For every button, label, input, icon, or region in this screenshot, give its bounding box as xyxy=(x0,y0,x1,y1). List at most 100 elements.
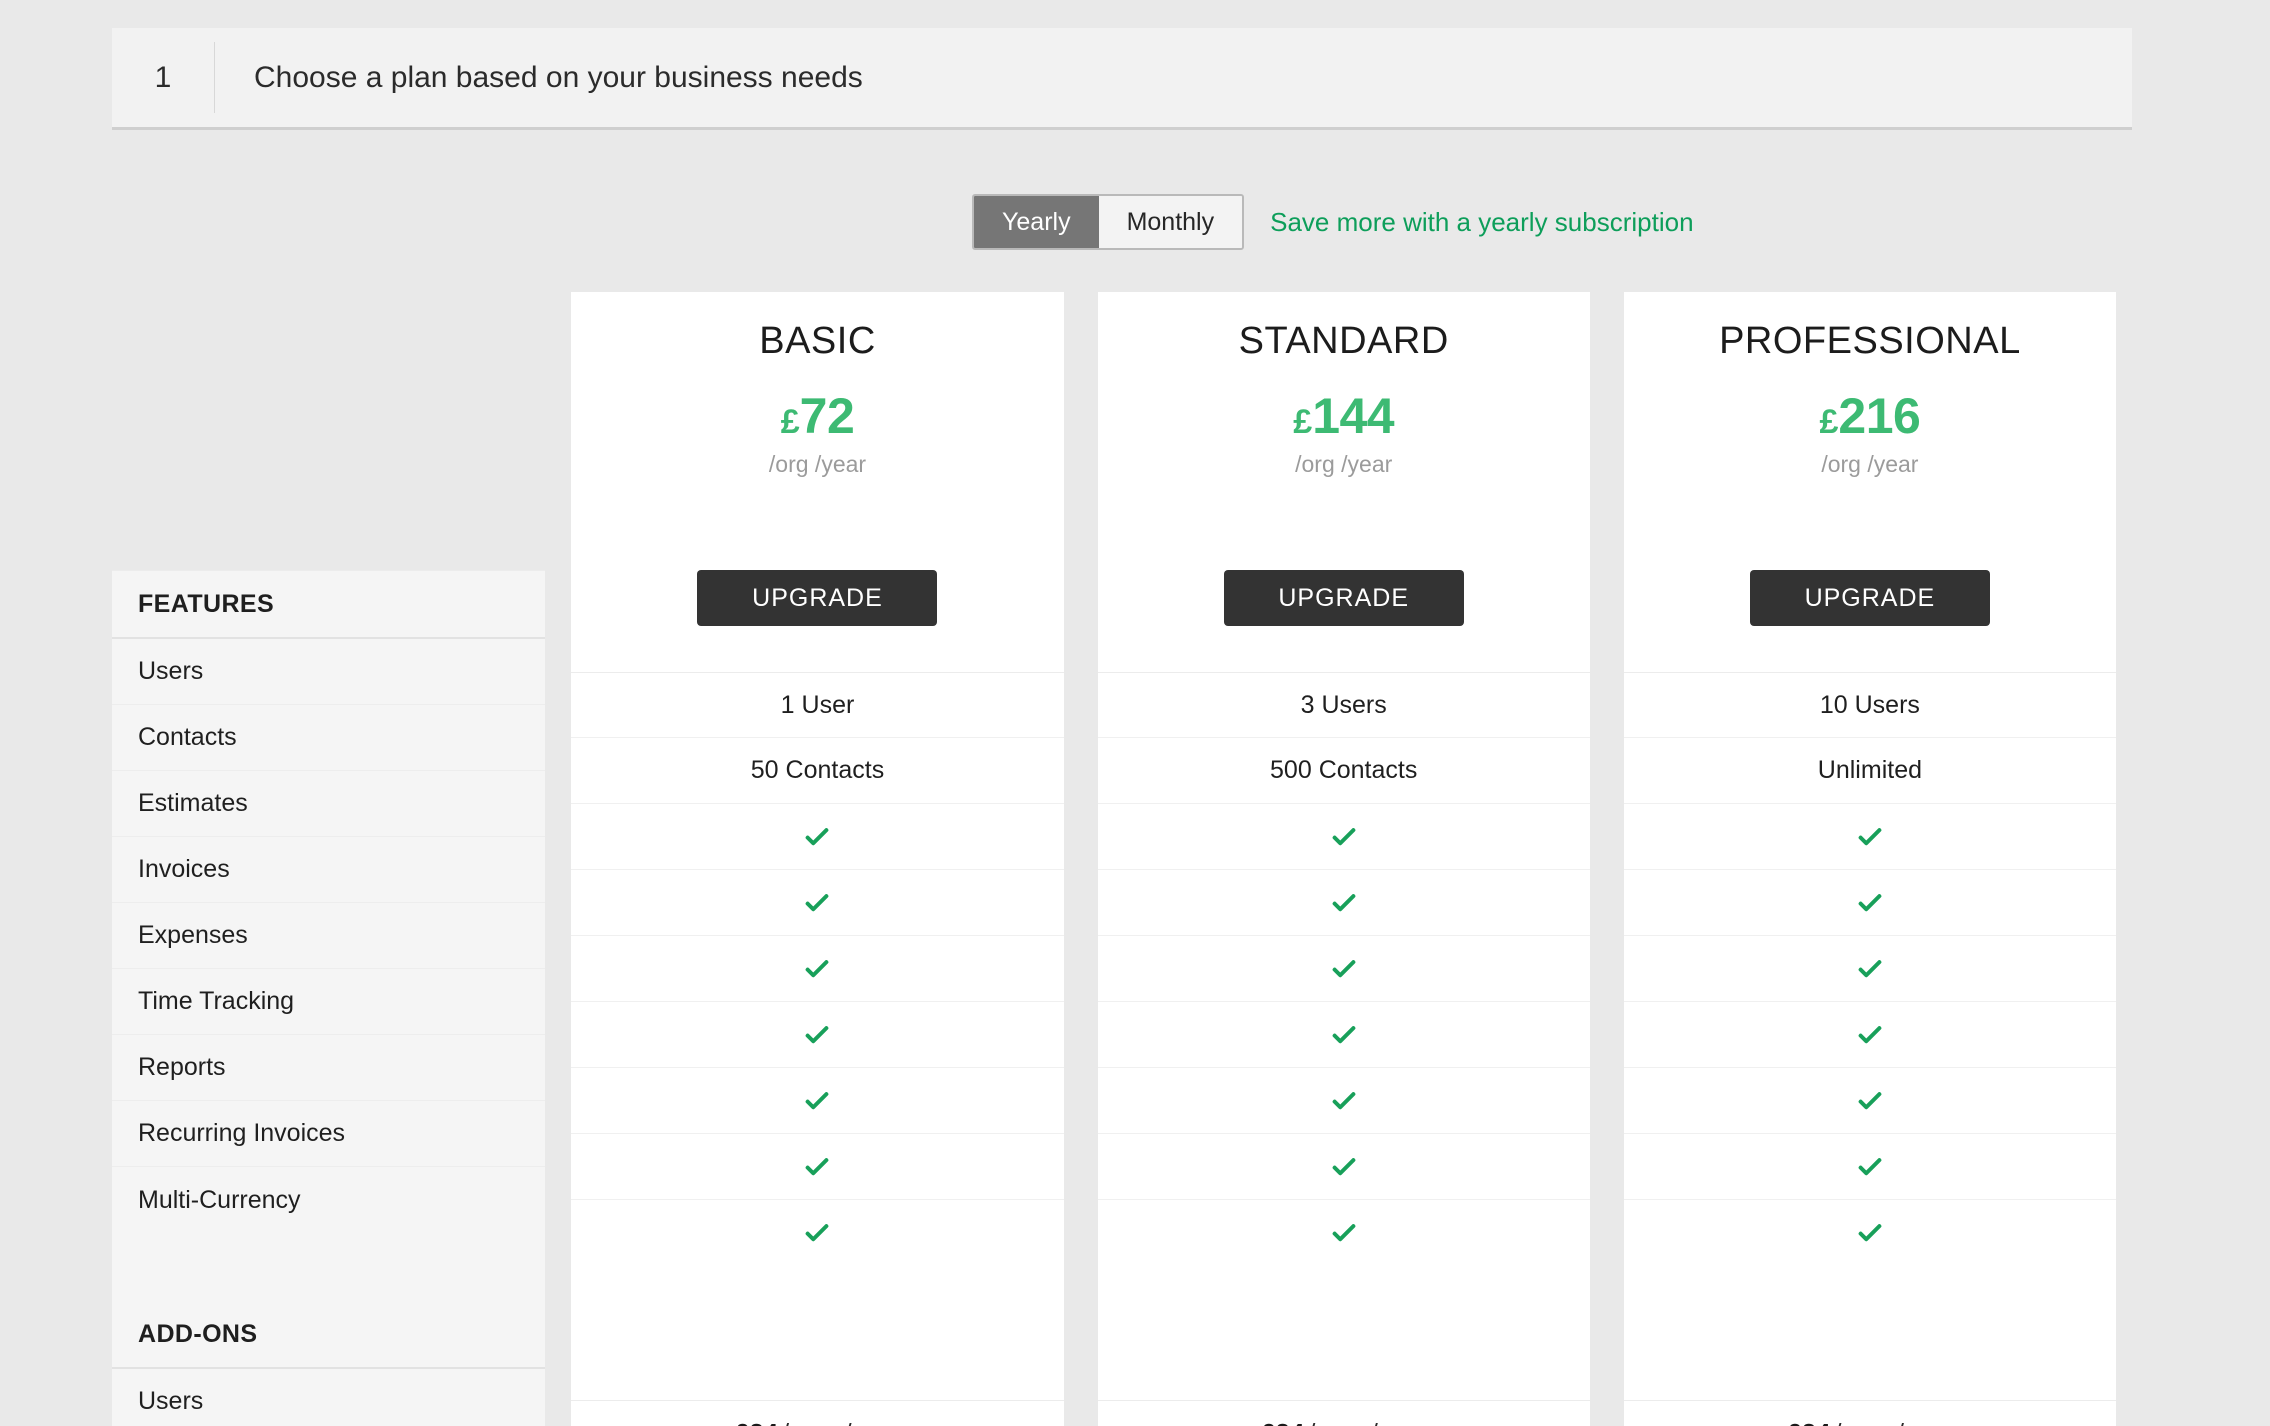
addon-price-amount: £24 xyxy=(1261,1418,1304,1426)
features-panel: FEATURES Users Contacts Estimates Invoic… xyxy=(112,570,545,1426)
addon-price-unit: /user /year xyxy=(1308,1419,1426,1426)
cell-addons-head-standard xyxy=(1098,1334,1590,1400)
plan-card-basic: BASIC £ 72 /org /year UPGRADE 1 User 50 … xyxy=(571,292,1063,1426)
upgrade-wrap-basic: UPGRADE xyxy=(571,570,1063,626)
addon-price-amount: £24 xyxy=(735,1418,778,1426)
cell-recurring-invoices-standard xyxy=(1098,1134,1590,1200)
feature-label-reports: Reports xyxy=(112,1035,545,1101)
check-icon xyxy=(802,1218,832,1248)
cell-contacts-standard: 500 Contacts xyxy=(1098,738,1590,804)
upgrade-button-professional[interactable]: UPGRADE xyxy=(1750,570,1990,626)
features-column: FEATURES Users Contacts Estimates Invoic… xyxy=(112,292,537,1426)
addon-price-unit: /user /year xyxy=(782,1419,900,1426)
check-icon xyxy=(1329,954,1359,984)
check-icon xyxy=(1329,1218,1359,1248)
cell-addon-users-basic: £24 /user /year xyxy=(571,1400,1063,1426)
cell-multi-currency-basic xyxy=(571,1200,1063,1266)
cell-users-standard: 3 Users xyxy=(1098,672,1590,738)
addon-label-users: Users xyxy=(112,1369,545,1426)
cell-multi-currency-standard xyxy=(1098,1200,1590,1266)
cell-addon-users-professional: £24 /user /year xyxy=(1624,1400,2116,1426)
plan-comparison-grid: FEATURES Users Contacts Estimates Invoic… xyxy=(112,292,2116,1426)
feature-label-multi-currency: Multi-Currency xyxy=(112,1167,545,1233)
addons-section-header: ADD-ONS xyxy=(112,1301,545,1369)
feature-label-recurring-invoices: Recurring Invoices xyxy=(112,1101,545,1167)
price-amount: 144 xyxy=(1312,391,1394,441)
check-icon xyxy=(802,1086,832,1116)
plan-body-basic: 1 User 50 Contacts xyxy=(571,672,1063,1426)
check-icon xyxy=(802,1152,832,1182)
currency-symbol: £ xyxy=(1293,405,1312,439)
cell-spacer-basic xyxy=(571,1266,1063,1334)
plan-price-professional: £ 216 xyxy=(1819,391,1920,441)
check-icon xyxy=(1329,888,1359,918)
features-addons-spacer xyxy=(112,1233,545,1301)
cell-expenses-professional xyxy=(1624,936,2116,1002)
upgrade-wrap-standard: UPGRADE xyxy=(1098,570,1590,626)
price-period-professional: /org /year xyxy=(1821,451,1918,478)
plan-name-standard: STANDARD xyxy=(1239,320,1449,363)
cell-contacts-basic: 50 Contacts xyxy=(571,738,1063,804)
cell-contacts-professional: Unlimited xyxy=(1624,738,2116,804)
price-amount: 216 xyxy=(1838,391,1920,441)
step-number: 1 xyxy=(112,28,214,127)
cell-time-tracking-standard xyxy=(1098,1002,1590,1068)
cell-addon-users-standard: £24 /user /year xyxy=(1098,1400,1590,1426)
feature-label-users: Users xyxy=(112,639,545,705)
plan-card-standard: STANDARD £ 144 /org /year UPGRADE 3 User… xyxy=(1098,292,1590,1426)
check-icon xyxy=(1855,954,1885,984)
feature-label-invoices: Invoices xyxy=(112,837,545,903)
cell-addons-head-professional xyxy=(1624,1334,2116,1400)
check-icon xyxy=(802,1020,832,1050)
price-amount: 72 xyxy=(800,391,855,441)
currency-symbol: £ xyxy=(1819,405,1838,439)
addon-price-unit: /user /year xyxy=(1835,1419,1953,1426)
feature-label-time-tracking: Time Tracking xyxy=(112,969,545,1035)
cell-estimates-professional xyxy=(1624,804,2116,870)
cell-estimates-standard xyxy=(1098,804,1590,870)
feature-label-contacts: Contacts xyxy=(112,705,545,771)
plan-card-professional: PROFESSIONAL £ 216 /org /year UPGRADE 10… xyxy=(1624,292,2116,1426)
check-icon xyxy=(1855,888,1885,918)
price-period-standard: /org /year xyxy=(1295,451,1392,478)
currency-symbol: £ xyxy=(781,405,800,439)
cell-time-tracking-basic xyxy=(571,1002,1063,1068)
cell-spacer-professional xyxy=(1624,1266,2116,1334)
check-icon xyxy=(802,954,832,984)
cell-invoices-basic xyxy=(571,870,1063,936)
toggle-monthly[interactable]: Monthly xyxy=(1099,196,1243,248)
check-icon xyxy=(1855,1086,1885,1116)
cell-estimates-basic xyxy=(571,804,1063,870)
check-icon xyxy=(1855,1020,1885,1050)
plan-header-professional: PROFESSIONAL £ 216 /org /year xyxy=(1624,292,2116,570)
check-icon xyxy=(802,822,832,852)
toggle-yearly[interactable]: Yearly xyxy=(974,196,1099,248)
plan-body-standard: 3 Users 500 Contacts xyxy=(1098,672,1590,1426)
check-icon xyxy=(1329,1086,1359,1116)
cell-reports-basic xyxy=(571,1068,1063,1134)
cell-users-basic: 1 User xyxy=(571,672,1063,738)
upgrade-button-standard[interactable]: UPGRADE xyxy=(1224,570,1464,626)
check-icon xyxy=(802,888,832,918)
plan-header-basic: BASIC £ 72 /org /year xyxy=(571,292,1063,570)
upgrade-wrap-professional: UPGRADE xyxy=(1624,570,2116,626)
feature-label-estimates: Estimates xyxy=(112,771,545,837)
pricing-page: 1 Choose a plan based on your business n… xyxy=(0,0,2270,1426)
upgrade-button-basic[interactable]: UPGRADE xyxy=(697,570,937,626)
cell-recurring-invoices-professional xyxy=(1624,1134,2116,1200)
addon-price-amount: £24 xyxy=(1787,1418,1830,1426)
feature-label-expenses: Expenses xyxy=(112,903,545,969)
plan-body-professional: 10 Users Unlimited xyxy=(1624,672,2116,1426)
plan-price-basic: £ 72 xyxy=(781,391,855,441)
plan-header-standard: STANDARD £ 144 /org /year xyxy=(1098,292,1590,570)
page-title: Choose a plan based on your business nee… xyxy=(215,28,863,127)
cell-spacer-standard xyxy=(1098,1266,1590,1334)
cell-recurring-invoices-basic xyxy=(571,1134,1063,1200)
cell-expenses-basic xyxy=(571,936,1063,1002)
cell-expenses-standard xyxy=(1098,936,1590,1002)
billing-toggle-row: Yearly Monthly Save more with a yearly s… xyxy=(972,194,1694,250)
cell-reports-professional xyxy=(1624,1068,2116,1134)
billing-period-toggle[interactable]: Yearly Monthly xyxy=(972,194,1244,250)
plan-name-basic: BASIC xyxy=(759,320,876,363)
check-icon xyxy=(1329,1020,1359,1050)
